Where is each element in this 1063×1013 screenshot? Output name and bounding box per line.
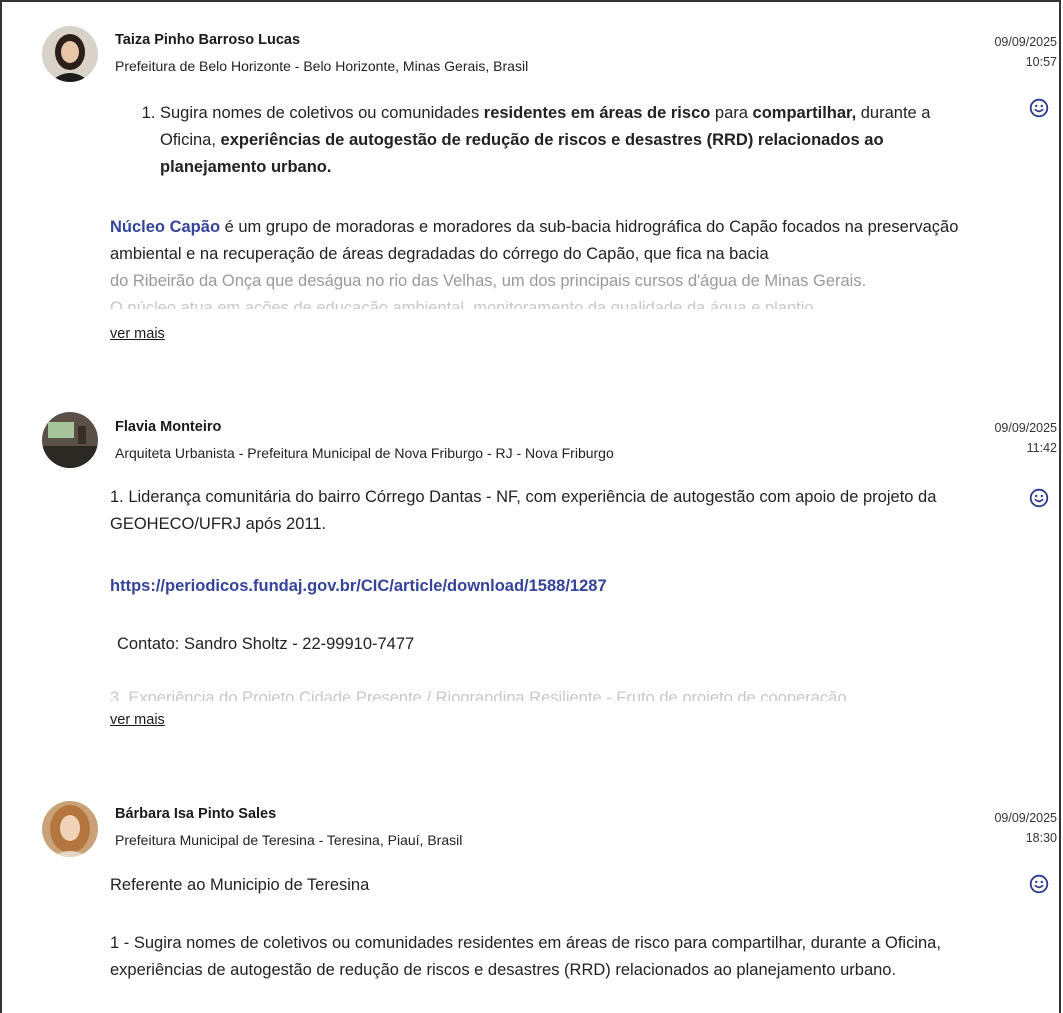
faded-text: 3. Experiência do Projeto Cidade Present…: [110, 689, 847, 701]
post-time: 11:42: [1026, 441, 1057, 455]
article-link[interactable]: https://periodicos.fundaj.gov.br/CIC/art…: [110, 573, 1015, 600]
avatar[interactable]: [42, 26, 98, 82]
smiley-icon[interactable]: [1029, 98, 1049, 118]
timestamp: 09/09/2025 10:57: [994, 32, 1057, 72]
question-text: Sugira nomes de coletivos ou comunidades…: [110, 100, 990, 181]
comment-body: Referente ao Municipio de Teresina: [110, 876, 370, 894]
timestamp: 09/09/2025 11:42: [994, 418, 1057, 458]
timestamp: 09/09/2025 18:30: [994, 808, 1057, 848]
author-affiliation: Prefeitura Municipal de Teresina - Teres…: [115, 832, 463, 848]
post-time: 10:57: [1025, 55, 1057, 69]
contact-text: Contato: Sandro Sholtz - 22-99910-7477: [117, 635, 415, 653]
see-more-link[interactable]: ver mais: [110, 712, 165, 728]
post-time: 18:30: [1025, 831, 1057, 845]
author-affiliation: Arquiteta Urbanista - Prefeitura Municip…: [115, 445, 614, 461]
post-date: 09/09/2025: [994, 811, 1057, 825]
post-date: 09/09/2025: [994, 35, 1057, 49]
author-name[interactable]: Bárbara Isa Pinto Sales: [115, 806, 276, 822]
author-name[interactable]: Taiza Pinho Barroso Lucas: [115, 32, 300, 48]
link[interactable]: Núcleo Capão: [110, 218, 220, 236]
post-date: 09/09/2025: [994, 421, 1057, 435]
comment-body: 1 - Sugira nomes de coletivos ou comunid…: [110, 934, 941, 979]
see-more-link[interactable]: ver mais: [110, 326, 165, 342]
avatar[interactable]: [42, 801, 98, 857]
comment-body: 1. Liderança comunitária do bairro Córre…: [110, 488, 937, 533]
smiley-icon[interactable]: [1029, 488, 1049, 508]
avatar[interactable]: [42, 412, 98, 468]
author-name[interactable]: Flavia Monteiro: [115, 419, 221, 435]
comment-body: Núcleo Capão é um grupo de moradoras e m…: [110, 218, 959, 309]
author-affiliation: Prefeitura de Belo Horizonte - Belo Hori…: [115, 58, 529, 74]
smiley-icon[interactable]: [1029, 874, 1049, 894]
comments-panel: Taiza Pinho Barroso Lucas Prefeitura de …: [0, 0, 1061, 1013]
